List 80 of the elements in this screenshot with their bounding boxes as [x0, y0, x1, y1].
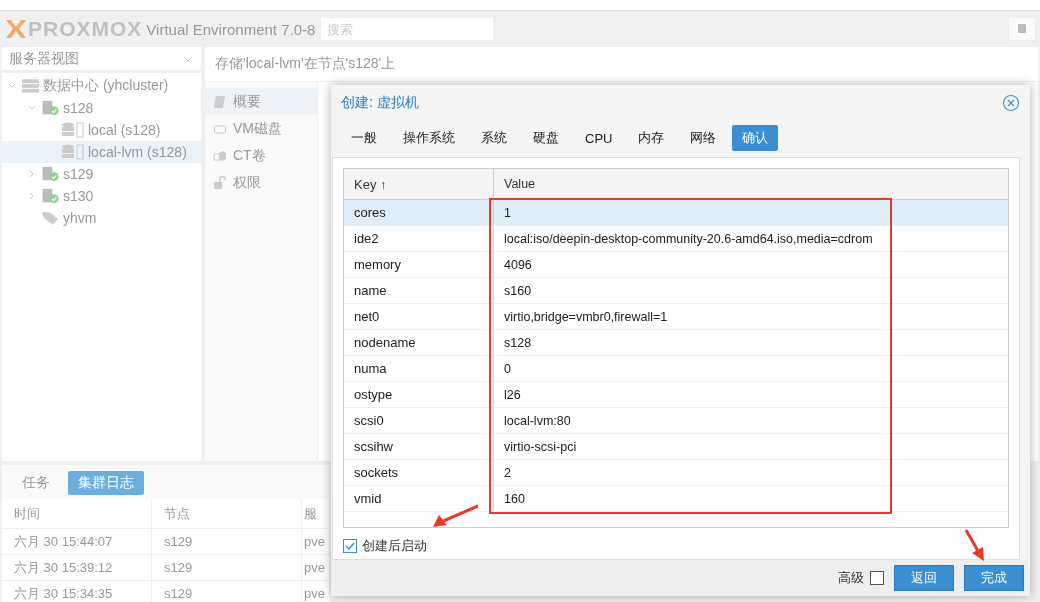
- table-cell-text: 1: [503, 204, 512, 222]
- database-icon: [61, 144, 85, 160]
- tree-item[interactable]: s130: [2, 185, 201, 207]
- table-cell-text: pve: [303, 585, 326, 602]
- nav-item[interactable]: VM磁盘: [205, 115, 317, 142]
- annotation-arrow: [964, 529, 984, 561]
- wizard-tab[interactable]: 系统: [471, 125, 517, 151]
- table-cell: s129: [152, 555, 302, 580]
- log-tab[interactable]: 集群日志: [68, 471, 144, 495]
- nav-item[interactable]: CT卷: [205, 142, 317, 169]
- table-cell-text: pve: [303, 559, 326, 577]
- server-ok-icon: [41, 188, 60, 204]
- tree-item[interactable]: 数据中心 (yhcluster): [2, 75, 201, 97]
- dialog-button[interactable]: 完成: [964, 565, 1024, 591]
- table-cell: 六月 30 15:39:12: [2, 555, 152, 580]
- table-cell-text: virtio,bridge=vmbr0,firewall=1: [503, 308, 669, 326]
- wizard-tab[interactable]: 硬盘: [523, 125, 569, 151]
- table-cell: sockets: [344, 460, 494, 485]
- wizard-tab[interactable]: 内存: [628, 125, 675, 151]
- column-header[interactable]: 节点: [152, 499, 302, 528]
- server-rack-icon: [21, 78, 40, 94]
- book-icon: [1016, 21, 1028, 34]
- view-selector[interactable]: 服务器视图: [2, 47, 201, 70]
- column-header[interactable]: Value: [494, 169, 1008, 199]
- documentation-button[interactable]: [1008, 17, 1036, 41]
- table-cell-text: virtio-scsi-pci: [503, 438, 578, 456]
- server-ok-icon: [41, 100, 60, 116]
- cube-icon: [213, 148, 227, 163]
- book-icon: [213, 94, 227, 109]
- table-cell: 六月 30 15:44:07: [2, 529, 152, 554]
- collapse-icon[interactable]: [28, 104, 36, 112]
- tag-icon: [41, 210, 60, 226]
- table-cell-text: 0: [503, 360, 512, 378]
- table-cell: s129: [152, 581, 302, 602]
- table-cell-text: s128: [503, 334, 533, 352]
- expand-icon[interactable]: [28, 192, 36, 200]
- server-ok-icon: [41, 166, 60, 182]
- expand-icon[interactable]: [28, 170, 36, 178]
- start-after-create-checkbox[interactable]: [343, 539, 357, 553]
- content-title: 存储'local-lvm'在节点's128'上: [205, 47, 1038, 81]
- logo-icon: [4, 19, 28, 39]
- wizard-tab[interactable]: 确认: [732, 125, 779, 151]
- table-cell-text: 4096: [503, 256, 533, 274]
- database-icon: [61, 122, 85, 138]
- tree-item[interactable]: local (s128): [2, 119, 201, 141]
- close-icon[interactable]: [1002, 94, 1020, 112]
- tree-item[interactable]: local-lvm (s128): [2, 141, 201, 163]
- table-cell-text: local-lvm:80: [503, 412, 572, 430]
- wizard-tab[interactable]: 网络: [680, 125, 727, 151]
- collapse-icon[interactable]: [8, 82, 16, 90]
- advanced-checkbox[interactable]: [870, 571, 884, 585]
- table-cell: vmid: [344, 486, 494, 511]
- column-header[interactable]: Key ↑: [344, 169, 494, 199]
- annotation-arrow: [433, 504, 479, 527]
- nav-item[interactable]: 概要: [205, 88, 317, 115]
- table-cell: 六月 30 15:34:35: [2, 581, 152, 602]
- column-header[interactable]: 服: [302, 499, 329, 528]
- table-cell-text: pve: [303, 533, 326, 551]
- tree-item[interactable]: yhvm: [2, 207, 201, 229]
- table-cell-text: 2: [503, 464, 512, 482]
- wizard-tab[interactable]: CPU: [575, 125, 623, 151]
- chevron-icon: [183, 55, 193, 62]
- nav-item[interactable]: 权限: [205, 169, 317, 196]
- table-cell: s129: [152, 529, 302, 554]
- wizard-tab[interactable]: 一般: [341, 125, 387, 151]
- log-tab[interactable]: 任务: [12, 471, 60, 495]
- tree-item[interactable]: s129: [2, 163, 201, 185]
- checkbox-label[interactable]: 创建后启动: [362, 537, 427, 555]
- product-version: Virtual Environment 7.0-8: [146, 20, 316, 38]
- dialog-button[interactable]: 返回: [894, 565, 954, 591]
- column-header[interactable]: 时间: [2, 499, 152, 528]
- unlock-icon: [213, 175, 227, 190]
- advanced-label: 高级: [838, 569, 864, 587]
- table-cell-text: local:iso/deepin-desktop-community-20.6-amd64.iso,media=cdrom: [503, 230, 874, 248]
- table-cell-text: l26: [503, 386, 522, 404]
- dialog-title: 创建: 虚拟机: [341, 94, 419, 112]
- table-cell-text: 160: [503, 490, 526, 508]
- table-cell-text: s160: [503, 282, 533, 300]
- wizard-tab[interactable]: 操作系统: [393, 125, 465, 151]
- tree-item[interactable]: s128: [2, 97, 201, 119]
